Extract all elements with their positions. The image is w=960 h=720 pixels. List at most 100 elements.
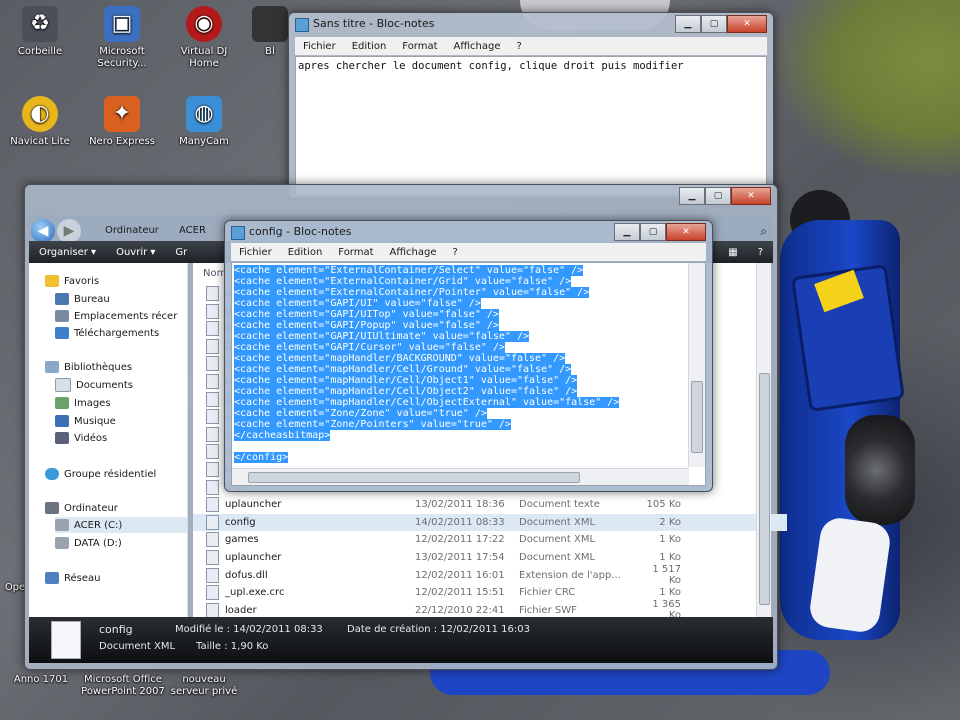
file-icon [206,514,219,530]
file-row[interactable]: uplauncher 13/02/2011 17:54 Document XML 1 … [193,549,787,566]
maximize-button[interactable]: ▢ [705,187,731,205]
code-line: <cache element="Zone/Zone" value="true" … [234,408,487,419]
desktop-icon-corbeille[interactable]: ♻ Corbeille [2,6,78,58]
menu-edition[interactable]: Edition [344,41,395,52]
desktop-icon-partial[interactable]: Bl [252,6,288,58]
organiser-button[interactable]: Organiser ▾ [29,247,106,258]
minimize-button[interactable]: ▁ [675,15,701,33]
code-line: <cache element="mapHandler/Cell/ObjectEx… [234,397,620,408]
maximize-button[interactable]: ▢ [701,15,727,33]
desktop-icon-serveur[interactable]: nouveau serveur privé [162,674,246,698]
xml-file-icon [51,621,81,659]
desktop-icon-virtualdj[interactable]: ◉ Virtual DJ Home [166,6,242,70]
scrollbar-thumb[interactable] [248,472,580,483]
documents-icon [55,378,71,392]
desktop-icon-label: Microsoft Security... [97,46,147,69]
menu-affichage[interactable]: Affichage [382,247,445,258]
nav-favoris[interactable]: Favoris [45,273,99,289]
desktop-icon-label: Navicat Lite [10,136,70,147]
nav-data[interactable]: DATA (D:) [55,535,122,551]
file-row[interactable]: uplauncher 13/02/2011 18:36 Document texte… [193,496,787,513]
background-kart-wheel [845,415,915,525]
title-bar[interactable]: ▁ ▢ ✕ [25,185,777,207]
desktop-icon-manycam[interactable]: ◍ ManyCam [166,96,242,148]
close-button[interactable]: ✕ [731,187,771,205]
menu-fichier[interactable]: Fichier [295,41,344,52]
file-icon [206,497,219,513]
nav-bibliotheques[interactable]: Bibliothèques [45,359,132,375]
back-button[interactable]: ◀ [31,219,55,243]
maximize-button[interactable]: ▢ [640,223,666,241]
homegroup-icon [45,468,59,480]
search-icon[interactable]: ⌕ [760,224,767,239]
menu-help[interactable]: ? [445,247,466,258]
app-icon [252,6,288,42]
menu-help[interactable]: ? [509,41,530,52]
details-created: Date de création : 12/02/2011 16:03 [347,624,530,635]
scrollbar-thumb[interactable] [759,373,770,605]
nav-groupe[interactable]: Groupe résidentiel [45,466,156,482]
file-row[interactable]: _upl.exe.crc 12/02/2011 15:51 Fichier CRC 1… [193,584,787,601]
notepad-config-window[interactable]: config - Bloc-notes ▁ ▢ ✕ Fichier Editio… [224,220,713,492]
desktop-icon-powerpoint[interactable]: Microsoft Office PowerPoint 2007 [80,674,166,698]
details-modified: Modifié le : 14/02/2011 08:33 [175,624,323,635]
file-row[interactable]: dofus.dll 12/02/2011 16:01 Extension de l'… [193,564,787,586]
graver-button[interactable]: Gr [165,247,197,258]
horizontal-scrollbar[interactable] [232,468,689,485]
vertical-scrollbar[interactable] [756,263,771,617]
desktop-icon-navicat[interactable]: ◐ Navicat Lite [2,96,78,148]
file-icon [206,550,219,565]
nav-videos[interactable]: Vidéos [55,430,107,446]
breadcrumb-ordinateur[interactable]: Ordinateur [105,225,159,236]
ouvrir-button[interactable]: Ouvrir ▾ [106,247,165,258]
vertical-scrollbar[interactable] [688,263,705,467]
minimize-button[interactable]: ▁ [679,187,705,205]
nav-label: ACER (C:) [74,519,123,531]
nav-telechargements[interactable]: Téléchargements [55,325,159,341]
file-size: 2 Ko [659,516,681,528]
nav-musique[interactable]: Musique [55,413,116,429]
nav-documents[interactable]: Documents [55,377,133,393]
nav-emplacements[interactable]: Emplacements récer [55,308,177,324]
menu-format[interactable]: Format [330,247,381,258]
scrollbar-thumb[interactable] [691,381,703,453]
nav-images[interactable]: Images [55,395,111,411]
menu-bar: Fichier Edition Format Affichage ? [295,37,767,55]
nav-bureau[interactable]: Bureau [55,291,110,307]
file-icon [206,286,219,301]
close-button[interactable]: ✕ [666,223,706,241]
menu-affichage[interactable]: Affichage [446,41,509,52]
nav-ordinateur[interactable]: Ordinateur [45,500,118,516]
forward-button[interactable]: ▶ [57,219,81,243]
nav-label: Favoris [64,275,100,287]
desktop-icon-nero[interactable]: ✦ Nero Express [84,96,160,148]
menu-format[interactable]: Format [394,41,445,52]
help-icon[interactable]: ? [748,247,773,258]
nav-label: Bureau [74,293,110,305]
minimize-button[interactable]: ▁ [614,223,640,241]
nav-label: DATA (D:) [74,537,122,549]
nav-reseau[interactable]: Réseau [45,570,100,586]
desktop-icon-security[interactable]: ▣ Microsoft Security... [84,6,160,70]
file-name: uplauncher [225,552,282,563]
column-header-name[interactable]: Nom [203,268,226,279]
menu-edition[interactable]: Edition [280,247,331,258]
nav-acer[interactable]: ACER (C:) [55,517,187,533]
menu-fichier[interactable]: Fichier [231,247,280,258]
breadcrumb-acer[interactable]: ACER [179,225,206,236]
notepad-untitled-window[interactable]: Sans titre - Bloc-notes ▁ ▢ ✕ Fichier Ed… [288,12,774,199]
title-bar[interactable]: Sans titre - Bloc-notes ▁ ▢ ✕ [289,13,773,35]
desktop-icon-anno[interactable]: Anno 1701 [6,674,76,686]
downloads-icon [55,327,69,339]
file-row[interactable]: games 12/02/2011 17:22 Document XML 1 Ko [193,531,787,548]
title-bar[interactable]: config - Bloc-notes ▁ ▢ ✕ [225,221,712,243]
file-row[interactable]: config 14/02/2011 08:33 Document XML 2 Ko [193,513,787,531]
desktop-icon-label: nouveau serveur privé [170,674,238,697]
desktop-icon [55,293,69,305]
libraries-icon [45,361,59,373]
text-area[interactable]: apres chercher le document config, cliqu… [295,56,767,196]
file-name: uplauncher [225,499,282,511]
close-button[interactable]: ✕ [727,15,767,33]
view-icon[interactable]: ▦ [718,247,747,258]
text-area[interactable]: <cache element="ExternalContainer/Select… [231,262,706,486]
